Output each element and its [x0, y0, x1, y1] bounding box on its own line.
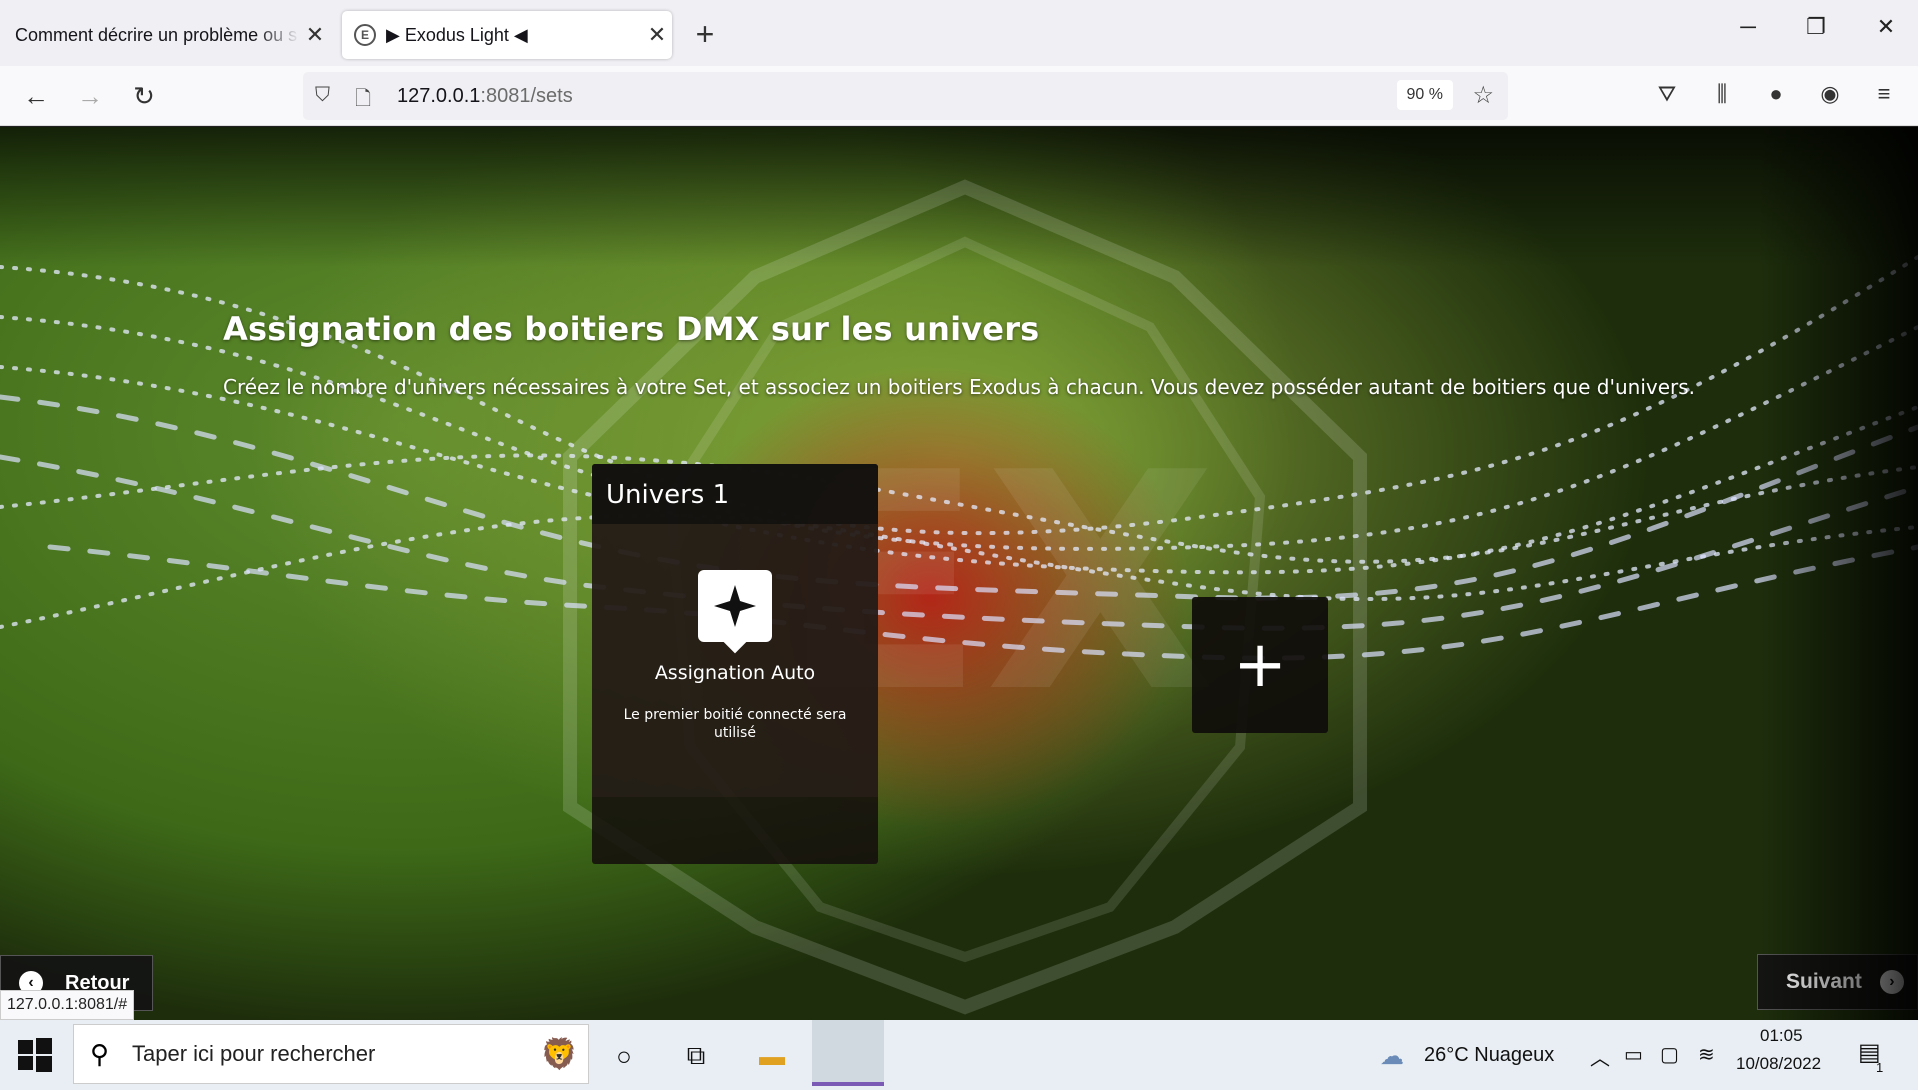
extensions-icon[interactable]: ●	[1761, 81, 1791, 107]
browser-nav-bar: ← → ↻ ⛉ 🗋 127.0.0.1:8081/sets 90 % ☆ ⛛ ⫼…	[0, 66, 1918, 126]
exodus-favicon-icon: E	[354, 24, 376, 46]
library-icon[interactable]: ⫼	[1707, 81, 1737, 107]
sparkle-icon	[698, 570, 772, 642]
universe-card-title: Univers 1	[592, 464, 878, 524]
status-bar-url: 127.0.0.1:8081/#	[0, 990, 135, 1020]
pocket-icon[interactable]: ⛛	[1652, 81, 1682, 107]
universe-card[interactable]: Univers 1 Assignation Auto Le premier bo…	[592, 464, 878, 864]
windows-start-icon[interactable]	[18, 1038, 52, 1072]
search-placeholder: Taper ici pour rechercher	[132, 1041, 376, 1066]
meet-now-icon[interactable]: ▢	[1660, 1042, 1679, 1067]
tab-active[interactable]: E ▶ Exodus Light ◀ ✕	[342, 11, 672, 59]
restore-icon[interactable]: ❐	[1796, 14, 1836, 40]
reload-icon[interactable]: ↻	[124, 76, 164, 116]
auto-assign-description: Le premier boitié connecté sera utilisé	[623, 707, 847, 741]
account-avatar-icon[interactable]: ◉	[1815, 81, 1845, 107]
url-path: :8081/sets	[480, 84, 573, 107]
page-icon[interactable]: 🗋	[355, 84, 371, 118]
weather-cloud-icon: ☁	[1380, 1043, 1404, 1070]
next-button[interactable]: Suivant ›	[1757, 954, 1918, 1010]
new-tab-button[interactable]: +	[690, 16, 720, 53]
url-text[interactable]: 127.0.0.1:8081/sets	[397, 85, 573, 108]
close-window-icon[interactable]: ✕	[1866, 14, 1906, 40]
tray-chevron-up-icon[interactable]: ︿	[1590, 1042, 1610, 1071]
menu-icon[interactable]: ≡	[1869, 81, 1899, 107]
page-title: Assignation des boitiers DMX sur les uni…	[223, 310, 1040, 348]
browser-tab-bar: Comment décrire un problème ou s ✕ E ▶ E…	[0, 0, 1918, 66]
back-arrow-icon[interactable]: ←	[16, 76, 56, 116]
tab-inactive[interactable]: Comment décrire un problème ou s ✕	[0, 11, 330, 59]
close-tab-icon[interactable]: ✕	[642, 22, 672, 48]
clock-date[interactable]: 10/08/2022	[1736, 1054, 1821, 1074]
background-graphic: EX	[0, 179, 1918, 1015]
search-icon: ⚲	[90, 1038, 110, 1069]
chevron-right-icon: ›	[1879, 970, 1904, 994]
clock-time[interactable]: 01:05	[1760, 1026, 1803, 1046]
url-host: 127.0.0.1	[397, 84, 481, 107]
zoom-level[interactable]: 90 %	[1396, 80, 1453, 110]
page-subtitle: Créez le nombre d'univers nécessaires à …	[223, 375, 1696, 399]
add-universe-button[interactable]: +	[1192, 597, 1328, 733]
auto-assign-title: Assignation Auto	[654, 662, 816, 684]
search-highlight-icon: 🦁	[540, 1037, 578, 1071]
auto-assign-option[interactable]: Assignation Auto Le premier boitié conne…	[592, 524, 878, 797]
taskbar-search[interactable]: ⚲ Taper ici pour rechercher 🦁	[73, 1024, 589, 1084]
cortana-icon[interactable]: ○	[602, 1034, 646, 1078]
active-task-indicator	[812, 1020, 884, 1086]
notifications-count: 1	[1876, 1060, 1884, 1075]
url-bar[interactable]: ⛉ 🗋 127.0.0.1:8081/sets 90 % ☆	[303, 72, 1508, 120]
close-tab-icon[interactable]: ✕	[300, 22, 330, 48]
shield-icon[interactable]: ⛉	[315, 84, 330, 107]
tab-title: ▶ Exodus Light ◀	[386, 24, 528, 45]
plus-icon: +	[1233, 628, 1287, 702]
next-button-label: Suivant	[1786, 970, 1862, 993]
weather-text[interactable]: 26°C Nuageux	[1424, 1044, 1554, 1067]
tab-title: Comment décrire un problème ou s	[15, 24, 298, 45]
forward-arrow-icon[interactable]: →	[70, 76, 110, 116]
wifi-icon[interactable]: ≋	[1698, 1042, 1715, 1067]
minimize-icon[interactable]: ─	[1728, 14, 1768, 40]
taskbar: ⚲ Taper ici pour rechercher 🦁 ○ ⧉ ▬ ◉ ☁ …	[0, 1020, 1918, 1090]
task-view-icon[interactable]: ⧉	[674, 1034, 718, 1078]
file-explorer-icon[interactable]: ▬	[750, 1034, 794, 1078]
bookmark-star-icon[interactable]: ☆	[1472, 81, 1494, 110]
battery-icon[interactable]: ▭	[1624, 1042, 1643, 1067]
page-content: EX Assignation des boitiers DMX sur les …	[0, 127, 1918, 1020]
